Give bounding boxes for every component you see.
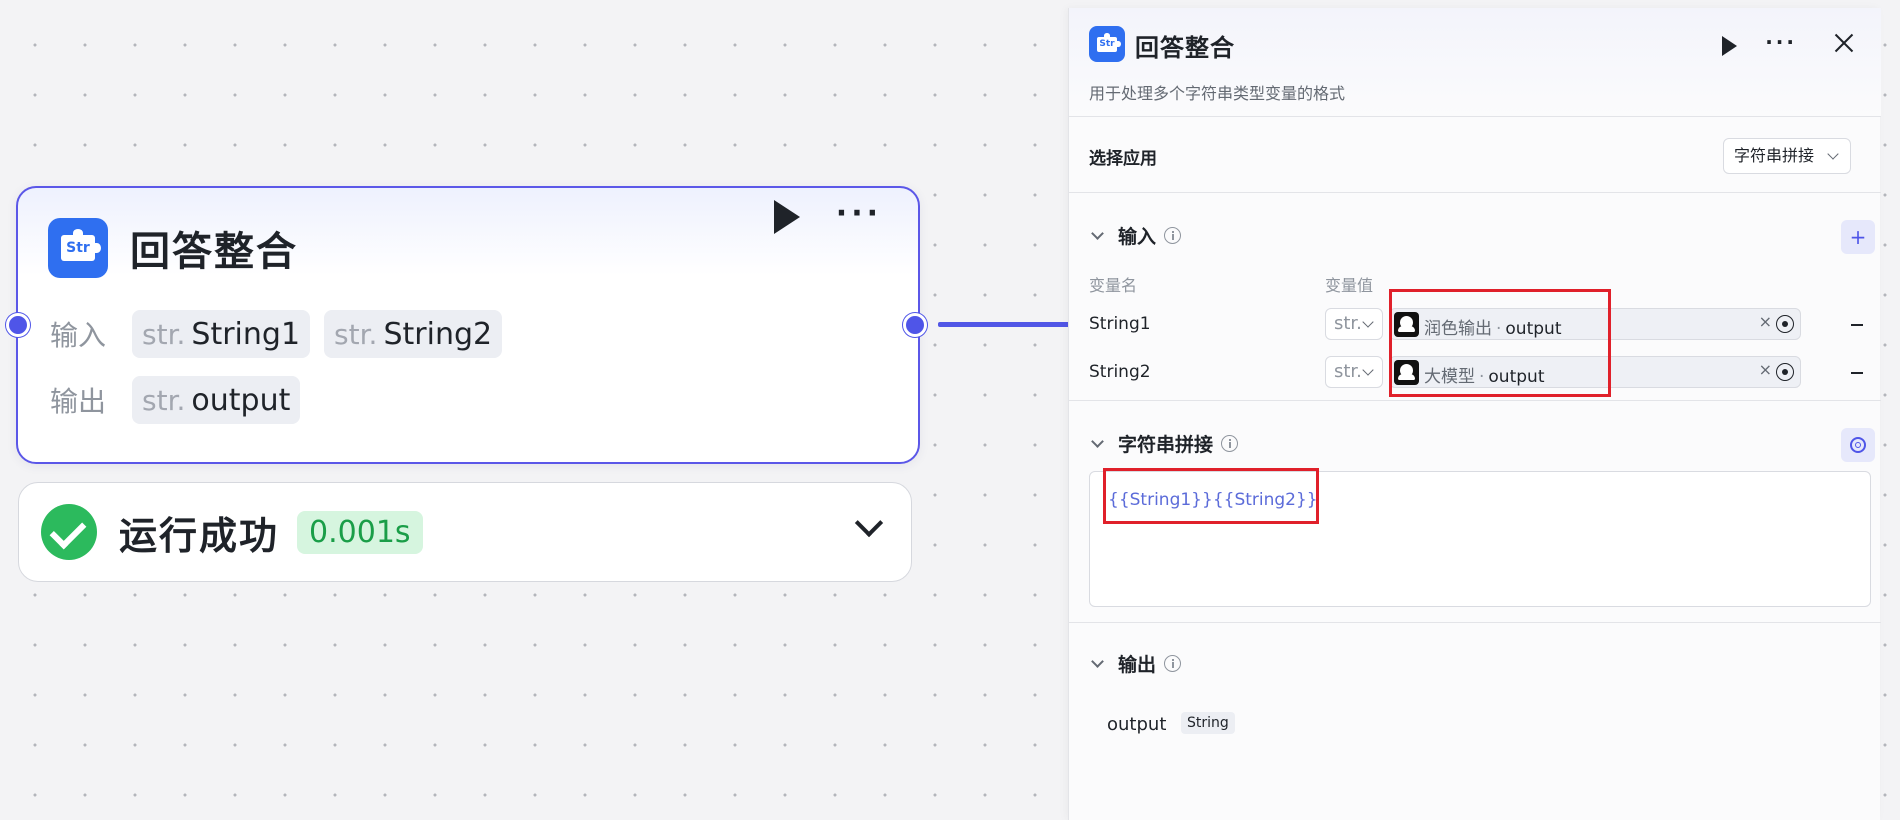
concat-section-header[interactable]: 字符串拼接 [1089,430,1239,457]
variable-name-string1: String1 [1089,314,1151,334]
run-icon[interactable] [1722,36,1737,56]
panel-title[interactable]: 回答整合 [1135,28,1235,63]
node-output-label: 输出 [50,385,107,418]
node-run-icon[interactable] [774,200,800,234]
run-status-text: 运行成功 [119,513,280,558]
variable-type-select[interactable]: str. [1325,308,1383,340]
node-config-panel: Str 回答整合 用于处理多个字符串类型变量的格式 ··· 选择应用 字符串拼接… [1068,8,1881,820]
node-input-chip-string1: str. String1 [132,310,311,358]
select-app-section: 选择应用 字符串拼接 [1069,116,1881,193]
node-card-answer-merge[interactable]: Str 回答整合 ··· 输入 str. String1 str. String… [16,186,920,464]
reference-separator: · [1496,319,1502,339]
select-app-label: 选择应用 [1089,149,1157,169]
chevron-down-icon[interactable] [1091,655,1104,668]
node-header: Str 回答整合 [48,218,888,278]
remove-variable-button[interactable] [1851,324,1863,326]
chevron-down-icon[interactable] [1091,435,1104,448]
variable-name-string2: String2 [1089,362,1151,382]
reference-source: 大模型 [1424,367,1475,387]
concat-settings-button[interactable] [1841,428,1875,462]
variable-picker-icon[interactable] [1776,363,1794,381]
puzzle-icon: Str [1097,32,1121,52]
column-header-name: 变量名 [1089,276,1138,295]
reference-label: 润色输出 · output [1424,314,1561,339]
remove-variable-button[interactable] [1851,372,1863,374]
plus-icon: + [1849,225,1867,249]
info-icon[interactable] [1164,227,1182,244]
type-prefix: str. [142,317,186,351]
input-section-title: 输入 [1118,226,1157,248]
chevron-down-icon [1362,316,1374,328]
close-icon[interactable] [1833,32,1855,54]
app-select[interactable]: 字符串拼接 [1722,138,1851,174]
section-divider [1069,400,1881,401]
variable-type-select[interactable]: str. [1325,356,1383,388]
type-select-value: str. [1334,361,1362,382]
column-header-value: 变量值 [1325,276,1374,295]
chevron-down-icon [1827,148,1839,160]
node-input-chip-string2: str. String2 [324,310,503,358]
variable-picker-icon[interactable] [1776,315,1794,333]
variable-reference-field[interactable]: 润色输出 · output × [1389,308,1801,340]
chip-name: output [191,382,291,418]
reference-field-name: output [1505,319,1562,339]
clear-icon[interactable]: × [1759,360,1772,379]
string-app-icon: Str [1089,26,1125,62]
template-textarea[interactable]: {{String1}}{{String2}} [1089,471,1871,607]
output-section-title: 输出 [1118,654,1157,676]
node-input-label: 输入 [50,319,107,352]
run-result-card[interactable]: 运行成功 0.001s [18,482,912,582]
output-variable-name: output [1107,714,1167,735]
node-output-row: 输出 str. output [50,376,314,424]
chip-name: String1 [191,316,301,352]
node-output-chip-output: str. output [132,376,301,424]
input-section-header[interactable]: 输入 [1089,222,1182,249]
success-check-icon [41,504,97,560]
node-output-port[interactable] [903,313,927,337]
chip-name: String2 [383,316,493,352]
reference-field-name: output [1488,367,1545,387]
node-input-row: 输入 str. String1 str. String2 [50,310,516,358]
template-text: {{String1}}{{String2}} [1108,490,1318,510]
chevron-down-icon[interactable] [1091,227,1104,240]
section-divider [1069,622,1881,623]
output-type-badge: String [1181,712,1235,734]
puzzle-icon: Str [61,229,101,261]
add-variable-button[interactable]: + [1841,220,1875,254]
more-icon[interactable]: ··· [1765,30,1797,54]
chevron-down-icon[interactable] [854,508,884,538]
app-select-value: 字符串拼接 [1733,146,1814,165]
reference-source: 润色输出 [1424,319,1492,339]
reference-separator: · [1479,367,1485,387]
run-duration-badge: 0.001s [297,510,423,554]
type-select-value: str. [1334,313,1362,334]
bot-avatar-icon [1394,360,1419,385]
gear-icon [1850,437,1866,453]
connection-edge [938,322,1070,327]
panel-description: 用于处理多个字符串类型变量的格式 [1089,84,1346,103]
concat-section-title: 字符串拼接 [1118,434,1214,456]
panel-header: Str 回答整合 用于处理多个字符串类型变量的格式 ··· [1069,8,1881,117]
info-icon[interactable] [1221,435,1239,452]
variable-reference-field[interactable]: 大模型 · output × [1389,356,1801,388]
node-title: 回答整合 [130,229,298,275]
type-prefix: str. [142,383,186,417]
bot-avatar-icon [1394,312,1419,337]
reference-label: 大模型 · output [1424,362,1544,387]
chevron-down-icon [1362,364,1374,376]
type-prefix: str. [334,317,378,351]
clear-icon[interactable]: × [1759,312,1772,331]
output-section-header[interactable]: 输出 [1089,650,1182,677]
node-more-icon[interactable]: ··· [836,199,882,229]
node-input-port[interactable] [6,313,30,337]
string-app-icon: Str [48,218,108,278]
info-icon[interactable] [1164,655,1182,672]
